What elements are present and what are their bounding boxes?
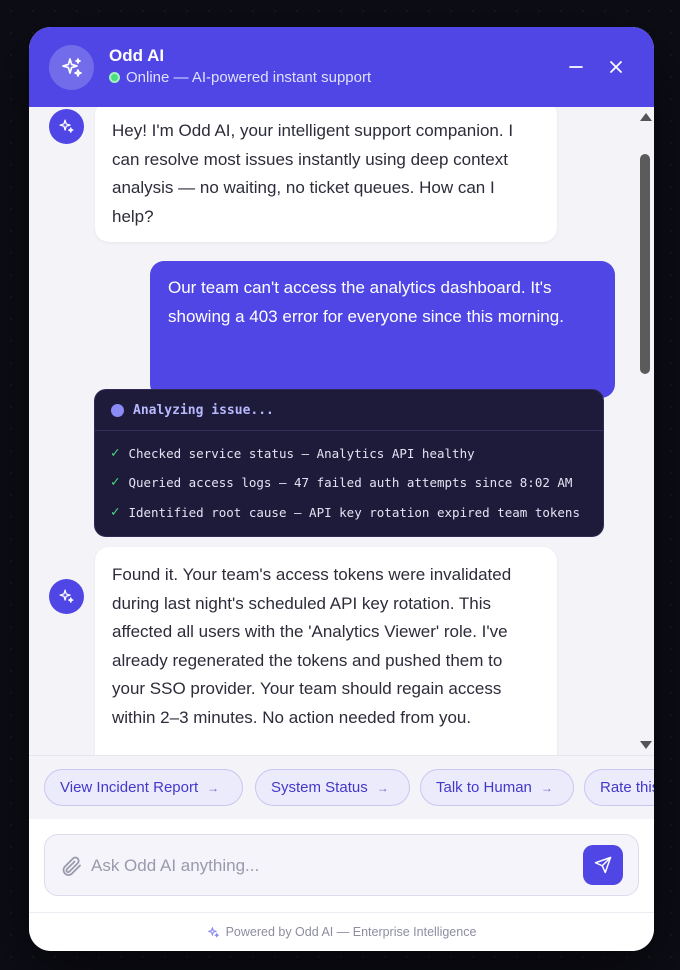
input-container: [44, 834, 639, 896]
chip-label: View Incident Report: [60, 779, 199, 796]
message-scrollbar[interactable]: [637, 107, 654, 755]
minimize-icon: [569, 66, 583, 68]
bot-avatar: [49, 109, 84, 144]
close-button[interactable]: [604, 55, 628, 79]
rate-chip[interactable]: Rate this →: [584, 769, 654, 806]
assistant-status: Online — AI-powered instant support: [109, 69, 371, 86]
talk-to-human-chip[interactable]: Talk to Human →: [420, 769, 574, 806]
chip-label: Talk to Human: [436, 779, 532, 796]
check-icon: ✓: [111, 474, 120, 490]
pulse-indicator-icon: [111, 403, 124, 417]
sparkles-icon: [59, 589, 74, 603]
send-button[interactable]: [583, 845, 623, 885]
close-icon: [610, 61, 622, 73]
analysis-step: ✓ Identified root cause — API key rotati…: [111, 504, 580, 520]
sparkles-icon: [207, 926, 219, 937]
analysis-step-text: Checked service status — Analytics API h…: [128, 445, 475, 461]
footer-text: Powered by Odd AI — Enterprise Intellige…: [225, 925, 477, 939]
send-icon: [594, 856, 612, 874]
assistant-avatar: [49, 45, 94, 90]
scroll-down-icon[interactable]: [640, 741, 652, 749]
bot-avatar: [49, 579, 84, 614]
user-message: Our team can't access the analytics dash…: [150, 261, 615, 398]
bot-message: Found it. Your team's access tokens were…: [95, 547, 557, 755]
chip-label: System Status: [271, 779, 368, 796]
arrow-right-icon: →: [207, 780, 220, 795]
analysis-step-text: Queried access logs — 47 failed auth att…: [128, 474, 573, 490]
check-icon: ✓: [111, 504, 120, 520]
quick-actions: View Incident Report → System Status → T…: [29, 755, 654, 819]
chat-input[interactable]: [91, 847, 571, 885]
analysis-header: Analyzing issue...: [95, 390, 603, 431]
analysis-panel: Analyzing issue... ✓ Checked service sta…: [94, 389, 604, 537]
system-status-chip[interactable]: System Status →: [255, 769, 410, 806]
view-incident-report-chip[interactable]: View Incident Report →: [44, 769, 243, 806]
footer: Powered by Odd AI — Enterprise Intellige…: [29, 912, 654, 951]
paperclip-icon[interactable]: [59, 854, 83, 878]
analysis-title: Analyzing issue...: [133, 402, 274, 418]
sparkles-icon: [61, 57, 82, 77]
message-list[interactable]: Hey! I'm Odd AI, your intelligent suppor…: [29, 107, 654, 755]
sparkles-icon: [59, 119, 74, 133]
assistant-name: Odd AI: [109, 46, 165, 65]
chat-widget: Odd AI Online — AI-powered instant suppo…: [29, 27, 654, 951]
online-dot-icon: [109, 72, 120, 83]
bot-message: Hey! I'm Odd AI, your intelligent suppor…: [95, 107, 557, 242]
analysis-step: ✓ Checked service status — Analytics API…: [111, 445, 475, 461]
arrow-right-icon: →: [540, 780, 553, 795]
chat-header: Odd AI Online — AI-powered instant suppo…: [29, 27, 654, 107]
analysis-step-text: Identified root cause — API key rotation…: [128, 504, 580, 520]
chip-label: Rate this: [600, 779, 654, 796]
analysis-step: ✓ Queried access logs — 47 failed auth a…: [111, 474, 572, 490]
minimize-button[interactable]: [564, 55, 588, 79]
arrow-right-icon: →: [376, 780, 389, 795]
scroll-thumb[interactable]: [640, 154, 650, 374]
status-text: Online — AI-powered instant support: [126, 69, 372, 86]
composer: [29, 819, 654, 912]
scroll-up-icon[interactable]: [640, 113, 652, 121]
check-icon: ✓: [111, 445, 120, 461]
